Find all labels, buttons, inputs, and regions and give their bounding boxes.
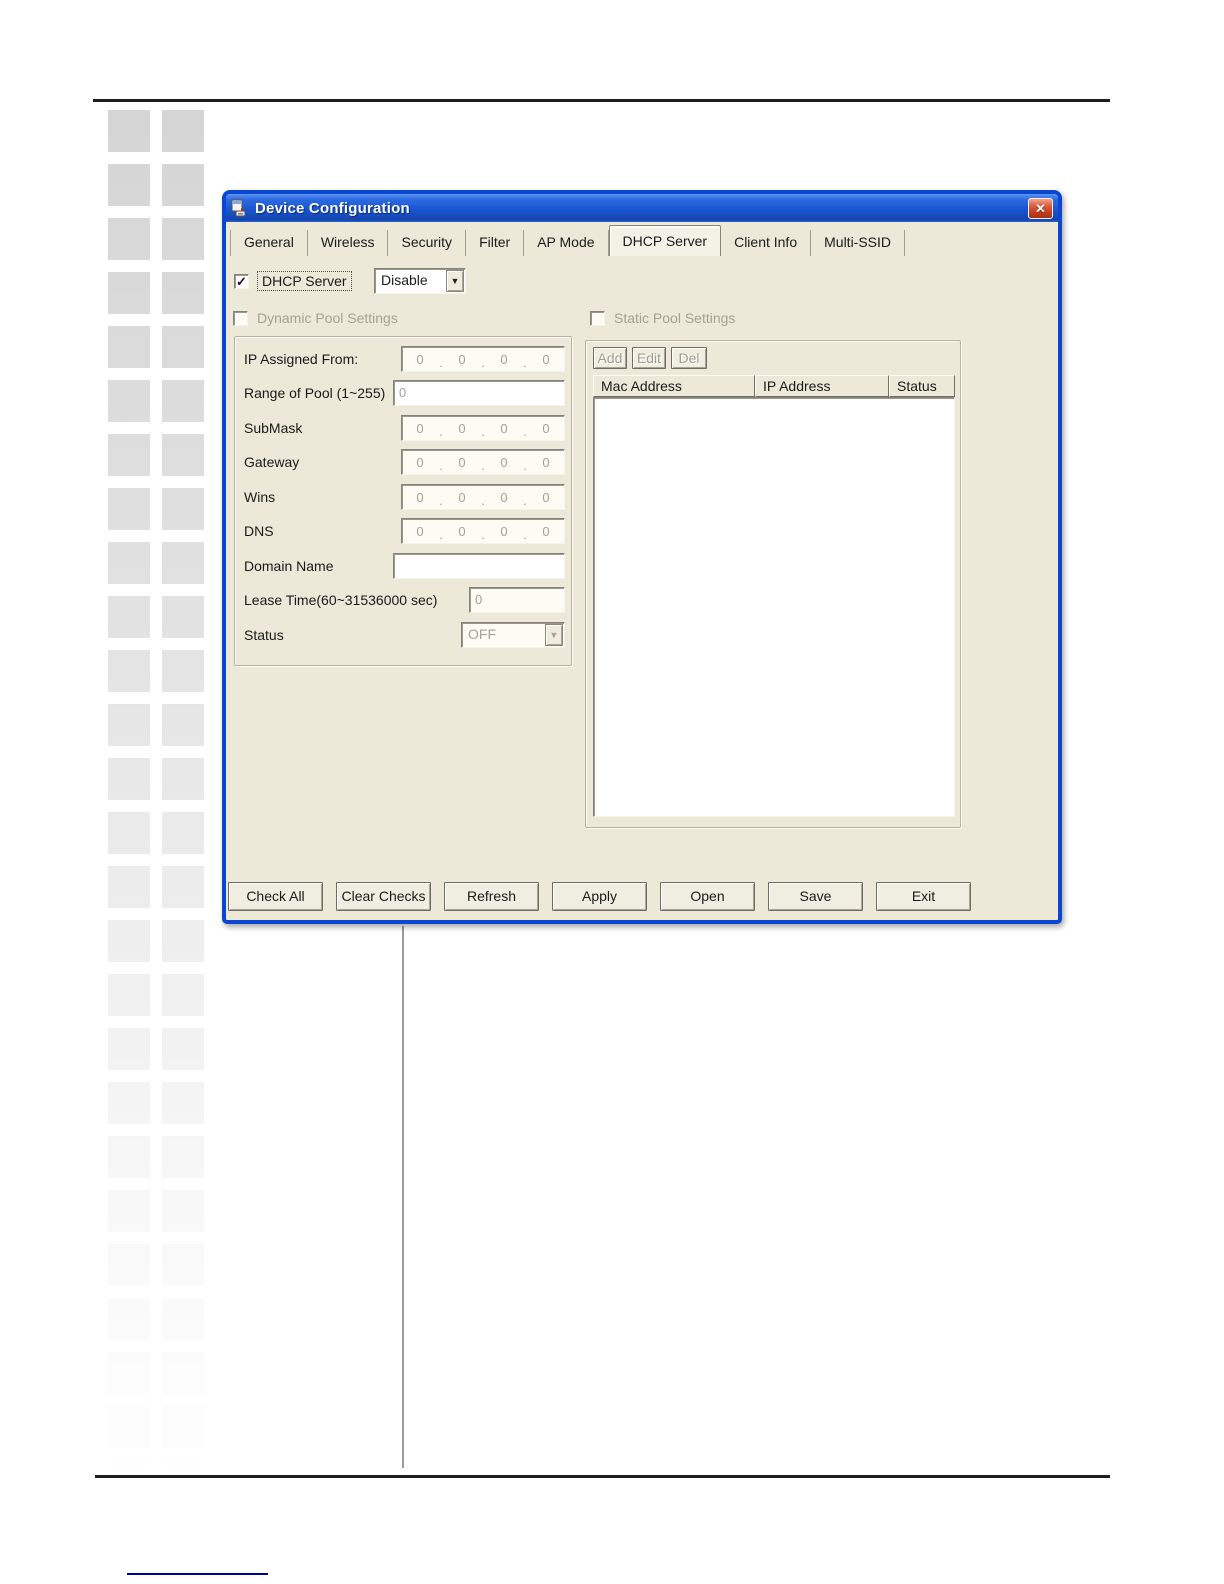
footer-button-row: Check All Clear Checks Refresh Apply Ope… bbox=[228, 882, 971, 911]
dhcp-mode-dropdown[interactable]: Disable ▼ bbox=[374, 268, 466, 294]
field-row-ip-assigned-from: IP Assigned From: 0.0.0.0 bbox=[235, 346, 571, 372]
field-row-dns: DNS 0.0.0.0 bbox=[235, 518, 571, 544]
close-button[interactable]: ✕ bbox=[1028, 197, 1053, 219]
clear-checks-button[interactable]: Clear Checks bbox=[336, 882, 431, 911]
column-header-mac-address[interactable]: Mac Address bbox=[593, 375, 755, 397]
tab-multi-ssid[interactable]: Multi-SSID bbox=[811, 230, 906, 256]
add-button: Add bbox=[593, 347, 627, 369]
field-row-wins: Wins 0.0.0.0 bbox=[235, 484, 571, 510]
window-title: Device Configuration bbox=[255, 199, 410, 217]
status-label: Status bbox=[244, 627, 284, 643]
status-value: OFF bbox=[468, 626, 496, 642]
field-row-status: Status OFF ▼ bbox=[235, 622, 571, 648]
column-header-status[interactable]: Status bbox=[889, 375, 955, 397]
dns-input: 0.0.0.0 bbox=[401, 518, 565, 544]
tab-strip: General Wireless Security Filter AP Mode… bbox=[230, 224, 1054, 256]
dynamic-pool-label: Dynamic Pool Settings bbox=[257, 310, 398, 326]
dynamic-pool-checkbox bbox=[233, 310, 248, 326]
submask-input: 0.0.0.0 bbox=[401, 415, 565, 441]
decorative-squares bbox=[108, 110, 204, 1466]
field-row-gateway: Gateway 0.0.0.0 bbox=[235, 449, 571, 475]
domain-name-input[interactable] bbox=[393, 553, 565, 579]
status-dropdown: OFF ▼ bbox=[461, 622, 565, 648]
range-of-pool-input[interactable]: 0 bbox=[393, 380, 565, 406]
static-pool-list[interactable] bbox=[593, 397, 955, 817]
field-row-submask: SubMask 0.0.0.0 bbox=[235, 415, 571, 441]
static-pool-groupbox: Add Edit Del Mac Address IP Address Stat… bbox=[585, 340, 961, 828]
field-row-domain-name: Domain Name bbox=[235, 553, 571, 579]
dropdown-arrow-icon: ▼ bbox=[545, 624, 563, 646]
tab-client-info[interactable]: Client Info bbox=[721, 230, 812, 256]
dynamic-pool-groupbox: IP Assigned From: 0.0.0.0 Range of Pool … bbox=[234, 336, 572, 666]
device-configuration-window: Device Configuration ✕ General Wireless … bbox=[222, 190, 1062, 924]
lease-time-input: 0 bbox=[469, 587, 565, 613]
check-all-button[interactable]: Check All bbox=[228, 882, 323, 911]
tab-dhcp-server[interactable]: DHCP Server bbox=[608, 225, 722, 256]
dynamic-pool-checkbox-row: Dynamic Pool Settings bbox=[233, 310, 398, 326]
dhcp-server-checkbox[interactable]: ✓ bbox=[234, 273, 249, 289]
static-pool-checkbox bbox=[590, 310, 605, 326]
tab-ap-mode[interactable]: AP Mode bbox=[524, 230, 609, 256]
vertical-divider-line bbox=[402, 926, 404, 1468]
dns-label: DNS bbox=[244, 523, 274, 539]
tab-filter[interactable]: Filter bbox=[466, 230, 525, 256]
dhcp-server-checkbox-row: ✓ DHCP Server bbox=[234, 271, 352, 291]
check-icon: ✓ bbox=[236, 273, 247, 289]
save-button[interactable]: Save bbox=[768, 882, 863, 911]
page-top-rule bbox=[93, 99, 1110, 102]
static-pool-table-header: Mac Address IP Address Status bbox=[593, 375, 955, 397]
field-row-lease-time: Lease Time(60~31536000 sec) 0 bbox=[235, 587, 571, 613]
close-icon: ✕ bbox=[1035, 200, 1046, 216]
wins-label: Wins bbox=[244, 489, 276, 505]
gateway-input: 0.0.0.0 bbox=[401, 449, 565, 475]
apply-button[interactable]: Apply bbox=[552, 882, 647, 911]
exit-button[interactable]: Exit bbox=[876, 882, 971, 911]
static-pool-checkbox-row: Static Pool Settings bbox=[590, 310, 735, 326]
submask-label: SubMask bbox=[244, 420, 303, 436]
tab-wireless[interactable]: Wireless bbox=[308, 230, 389, 256]
device-configuration-icon bbox=[231, 199, 249, 217]
ip-assigned-from-input: 0.0.0.0 bbox=[401, 346, 565, 372]
refresh-button[interactable]: Refresh bbox=[444, 882, 539, 911]
range-of-pool-label: Range of Pool (1~255) bbox=[244, 385, 386, 401]
domain-name-label: Domain Name bbox=[244, 558, 334, 574]
gateway-label: Gateway bbox=[244, 454, 300, 470]
title-bar[interactable]: Device Configuration ✕ bbox=[226, 194, 1058, 222]
dhcp-mode-value: Disable bbox=[381, 272, 428, 288]
ip-assigned-from-label: IP Assigned From: bbox=[244, 351, 359, 367]
footer-link-underline bbox=[127, 1573, 268, 1575]
tab-general[interactable]: General bbox=[230, 230, 308, 256]
static-pool-label: Static Pool Settings bbox=[614, 310, 736, 326]
tab-security[interactable]: Security bbox=[388, 230, 467, 256]
edit-button: Edit bbox=[632, 347, 666, 369]
field-row-range-of-pool: Range of Pool (1~255) 0 bbox=[235, 380, 571, 406]
open-button[interactable]: Open bbox=[660, 882, 755, 911]
wins-input: 0.0.0.0 bbox=[401, 484, 565, 510]
static-pool-button-row: Add Edit Del bbox=[593, 347, 707, 369]
del-button: Del bbox=[671, 347, 707, 369]
dhcp-server-checkbox-label[interactable]: DHCP Server bbox=[257, 271, 352, 291]
column-header-ip-address[interactable]: IP Address bbox=[755, 375, 889, 397]
lease-time-label: Lease Time(60~31536000 sec) bbox=[244, 592, 438, 608]
dropdown-arrow-icon[interactable]: ▼ bbox=[446, 270, 464, 292]
page-bottom-rule bbox=[95, 1475, 1110, 1478]
